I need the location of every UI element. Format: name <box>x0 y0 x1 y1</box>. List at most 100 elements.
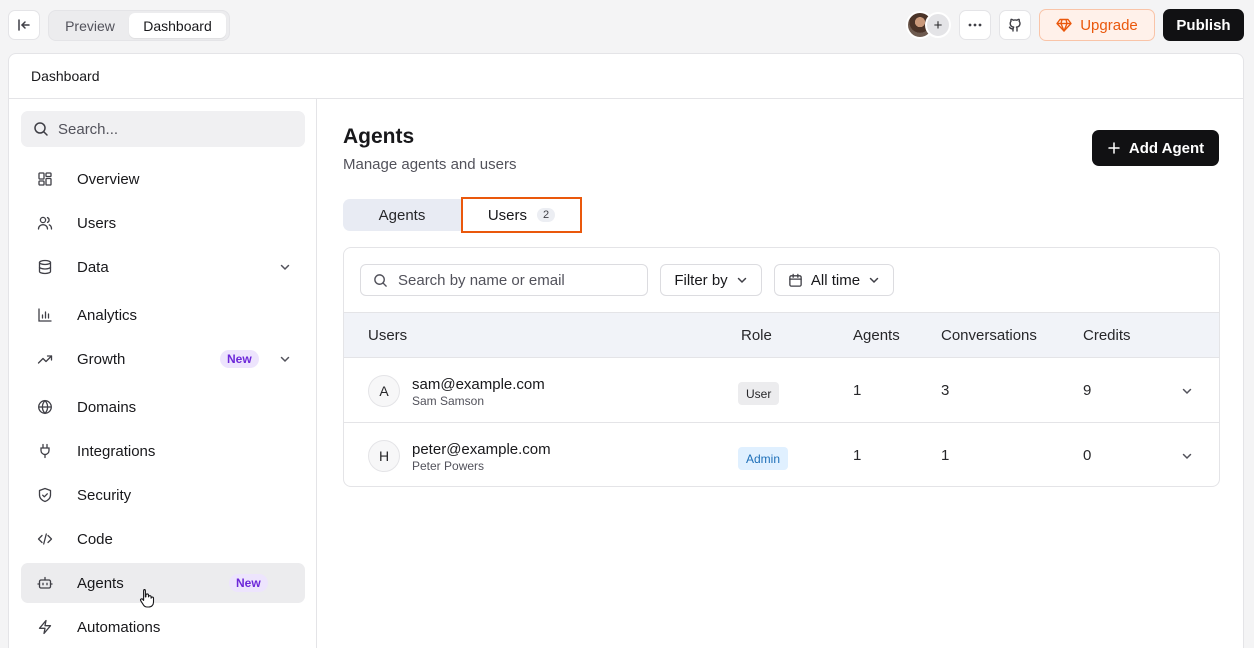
plus-icon <box>1108 142 1120 154</box>
sidebar-item-label: Data <box>77 258 109 276</box>
sidebar-item-analytics[interactable]: Analytics <box>21 295 305 335</box>
column-header-role[interactable]: Role <box>741 327 772 344</box>
code-icon <box>37 533 53 545</box>
user-name: Sam Samson <box>412 394 485 408</box>
sidebar-search-placeholder: Search... <box>58 120 119 138</box>
github-button[interactable] <box>999 10 1031 40</box>
dashboard-tab[interactable]: Dashboard <box>129 13 226 38</box>
add-agent-label: Add Agent <box>1128 139 1205 157</box>
user-avatar: A <box>368 375 400 407</box>
add-agent-button[interactable]: Add Agent <box>1092 130 1219 166</box>
sidebar-item-domains[interactable]: Domains <box>21 387 305 427</box>
sidebar-item-overview[interactable]: Overview <box>21 159 305 199</box>
chevron-down-icon[interactable] <box>1181 385 1193 397</box>
sidebar-item-integrations[interactable]: Integrations <box>21 431 305 471</box>
sidebar-search-input[interactable]: Search... <box>21 111 305 147</box>
arrow-left-to-line-icon <box>18 19 30 31</box>
page-subtitle: Manage agents and users <box>343 156 517 173</box>
publish-button[interactable]: Publish <box>1163 9 1244 41</box>
grid-icon <box>38 172 52 186</box>
tab-users-label: Users <box>487 206 528 224</box>
chevron-down-icon[interactable] <box>279 353 291 365</box>
hand-cursor-icon <box>140 588 155 608</box>
sidebar-item-agents[interactable]: Agents New <box>21 563 305 603</box>
collaborators[interactable]: + <box>906 11 952 39</box>
sidebar-item-automations[interactable]: Automations <box>21 607 305 647</box>
filter-by-label: Filter by <box>674 271 728 289</box>
preview-tab[interactable]: Preview <box>51 13 129 38</box>
filter-bar: Search by name or email Filter by All ti… <box>344 248 1219 312</box>
page-title: Agents <box>343 125 415 148</box>
column-header-credits[interactable]: Credits <box>1083 327 1131 344</box>
sidebar-item-label: Analytics <box>77 306 138 324</box>
gem-icon <box>1056 18 1072 32</box>
plus-icon: + <box>933 16 943 34</box>
credits-count: 0 <box>1083 447 1092 464</box>
user-email: peter@example.com <box>412 441 551 458</box>
sidebar-item-security[interactable]: Security <box>21 475 305 515</box>
sidebar: Search... Overview Users Data Analytics … <box>9 99 317 648</box>
chevron-down-icon[interactable] <box>279 261 291 273</box>
add-collaborator-button[interactable]: + <box>925 12 951 38</box>
bar-chart-icon <box>38 308 52 322</box>
users-table-card: Search by name or email Filter by All ti… <box>343 247 1220 487</box>
sidebar-item-label: Integrations <box>77 442 156 460</box>
conversations-count: 1 <box>941 447 950 464</box>
table-row[interactable]: A sam@example.com Sam Samson User 1 3 9 <box>344 358 1219 423</box>
role-badge: Admin <box>738 447 789 470</box>
bot-icon <box>37 576 53 589</box>
table-row[interactable]: H peter@example.com Peter Powers Admin 1… <box>344 423 1219 486</box>
new-badge: New <box>220 350 259 368</box>
sidebar-item-label: Users <box>77 214 117 232</box>
column-header-users[interactable]: Users <box>368 327 407 344</box>
sidebar-item-label: Automations <box>77 618 161 636</box>
new-badge: New <box>229 574 268 592</box>
plug-icon <box>40 443 50 459</box>
time-range-dropdown[interactable]: All time <box>774 264 894 296</box>
calendar-icon <box>789 273 802 287</box>
sidebar-item-label: Overview <box>77 170 140 188</box>
user-name: Peter Powers <box>412 459 485 473</box>
sidebar-item-label: Domains <box>77 398 137 416</box>
agents-count: 1 <box>853 447 862 464</box>
globe-icon <box>38 399 52 415</box>
top-bar: Preview Dashboard + Upgrade Publish <box>0 0 1254 50</box>
more-options-button[interactable] <box>959 10 991 40</box>
chevron-down-icon[interactable] <box>1181 450 1193 462</box>
sidebar-item-users[interactable]: Users <box>21 203 305 243</box>
tab-users[interactable]: Users 2 <box>461 197 582 233</box>
main-content: Agents Manage agents and users Add Agent… <box>318 99 1243 648</box>
sidebar-item-label: Code <box>77 530 113 548</box>
chevron-down-icon <box>737 277 746 284</box>
database-icon <box>38 259 52 275</box>
tab-bar: Agents Users 2 <box>343 197 582 233</box>
sidebar-item-label: Security <box>77 486 132 504</box>
column-header-conversations[interactable]: Conversations <box>941 327 1037 344</box>
chevron-down-icon <box>869 277 879 284</box>
time-range-label: All time <box>810 271 861 289</box>
shield-icon <box>38 487 52 503</box>
more-horizontal-icon <box>968 23 982 27</box>
user-search-placeholder: Search by name or email <box>398 271 565 289</box>
search-icon <box>34 122 48 136</box>
table-header: Users Role Agents Conversations Credits <box>344 312 1219 358</box>
sidebar-item-code[interactable]: Code <box>21 519 305 559</box>
role-badge: User <box>738 382 780 405</box>
filter-by-dropdown[interactable]: Filter by <box>660 264 762 296</box>
users-icon <box>37 216 53 230</box>
search-icon <box>374 273 387 287</box>
user-email: sam@example.com <box>412 376 545 393</box>
user-search-input[interactable]: Search by name or email <box>360 264 648 296</box>
upgrade-button[interactable]: Upgrade <box>1039 9 1155 41</box>
github-icon <box>1008 18 1021 32</box>
collapse-sidebar-button[interactable] <box>8 10 40 40</box>
sidebar-item-data[interactable]: Data <box>21 247 305 287</box>
sidebar-item-growth[interactable]: Growth New <box>21 339 305 379</box>
credits-count: 9 <box>1083 382 1092 399</box>
tab-agents[interactable]: Agents <box>343 199 461 231</box>
column-header-agents[interactable]: Agents <box>853 327 900 344</box>
upgrade-label: Upgrade <box>1080 16 1138 34</box>
agents-count: 1 <box>853 382 862 399</box>
sidebar-item-label: Agents <box>77 574 124 592</box>
user-avatar: H <box>368 440 400 472</box>
